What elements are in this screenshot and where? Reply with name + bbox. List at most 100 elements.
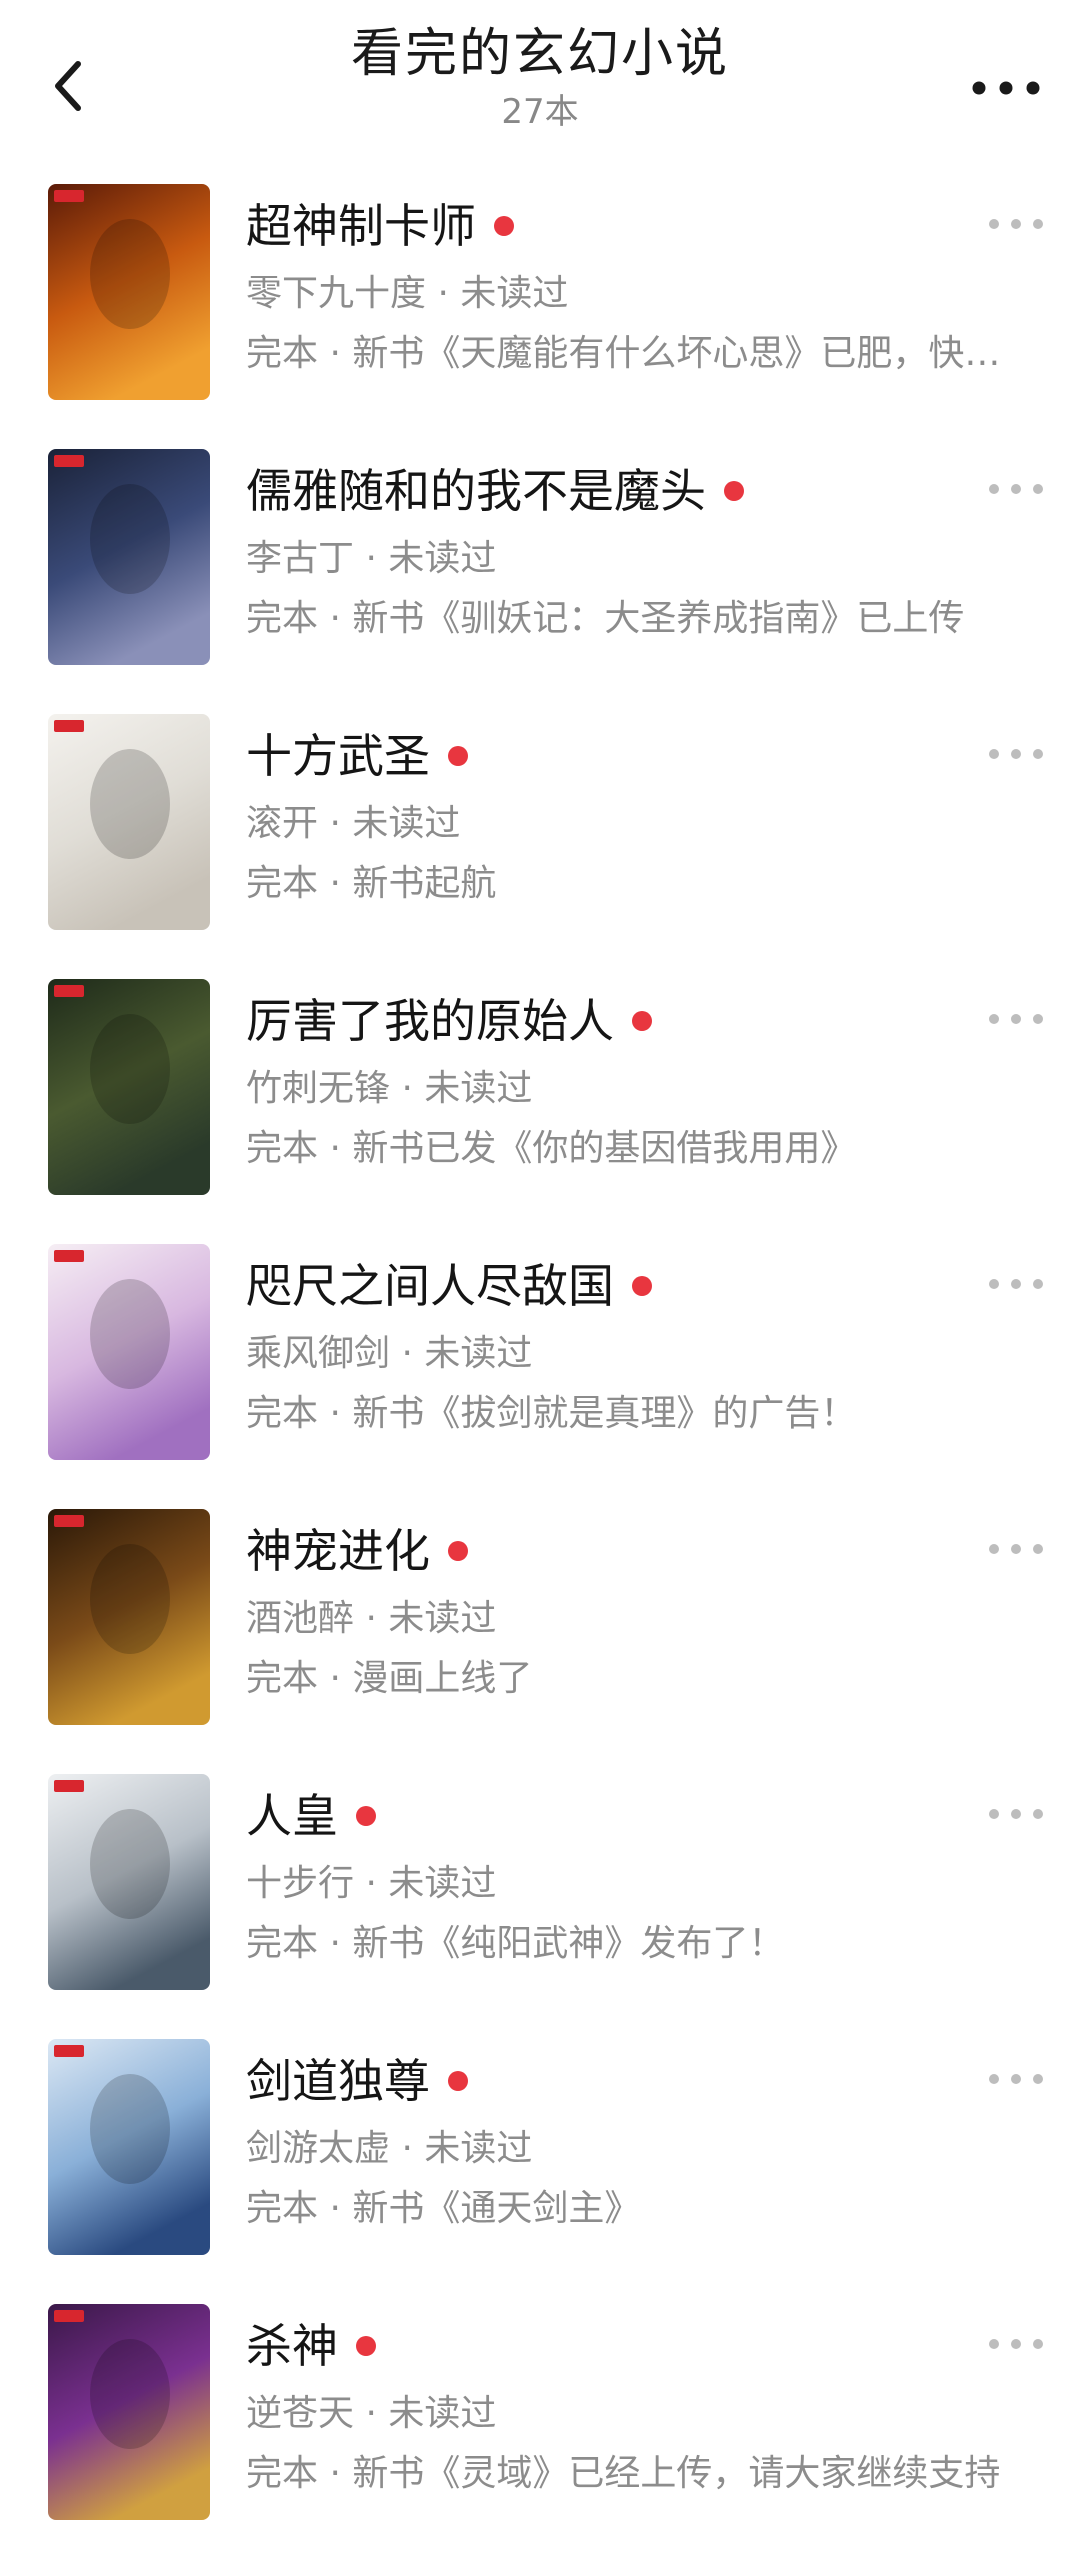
book-meta: 李古丁 · 未读过 [246, 535, 496, 583]
unread-dot [356, 2336, 376, 2356]
page-title: 看完的玄幻小说 [350, 24, 729, 84]
more-horizontal-icon [989, 1544, 1043, 1554]
book-title: 厉害了我的原始人 [246, 994, 614, 1048]
read-status: 未读过 [388, 1598, 497, 1639]
meta-separator: · [390, 2128, 425, 2169]
book-title-row[interactable]: 厉害了我的原始人 [246, 991, 652, 1051]
book-title: 人皇 [246, 1789, 338, 1843]
unread-dot [632, 1011, 652, 1031]
unread-dot [448, 746, 468, 766]
read-status: 未读过 [424, 1068, 533, 1109]
book-title-row[interactable]: 儒雅随和的我不是魔头 [246, 461, 744, 521]
book-meta: 乘风御剑 · 未读过 [246, 1330, 532, 1378]
book-list-item[interactable]: 十方武圣 滚开 · 未读过 完本 · 新书起航 [0, 710, 1080, 975]
item-more-button[interactable] [976, 1529, 1056, 1569]
book-title: 超神制卡师 [246, 199, 476, 253]
book-title-row[interactable]: 人皇 [246, 1786, 376, 1846]
book-title-row[interactable]: 咫尺之间人尽敌国 [246, 1256, 652, 1316]
meta-separator: · [390, 1333, 425, 1374]
more-horizontal-icon [989, 1014, 1043, 1024]
read-status: 未读过 [424, 1333, 533, 1374]
book-title: 杀神 [246, 2319, 338, 2373]
book-title-row[interactable]: 超神制卡师 [246, 196, 514, 256]
item-more-button[interactable] [976, 469, 1056, 509]
meta-separator: · [426, 273, 461, 314]
book-title-row[interactable]: 神宠进化 [246, 1521, 468, 1581]
book-title: 剑道独尊 [246, 2054, 430, 2108]
book-title-row[interactable]: 剑道独尊 [246, 2051, 468, 2111]
book-list-item[interactable]: 人皇 十步行 · 未读过 完本 · 新书《纯阳武神》发布了！ [0, 1770, 1080, 2035]
header: 看完的玄幻小说 27本 [0, 0, 1080, 160]
unread-dot [448, 1541, 468, 1561]
unread-dot [494, 216, 514, 236]
book-update-note: 完本 · 新书《驯妖记：大圣养成指南》已上传 [246, 598, 965, 639]
book-author: 竹刺无锋 [246, 1068, 391, 1109]
read-status: 未读过 [460, 273, 569, 314]
more-horizontal-icon [989, 2339, 1043, 2349]
book-title-row[interactable]: 十方武圣 [246, 726, 468, 786]
more-button[interactable] [956, 48, 1056, 128]
book-list-item[interactable]: 杀神 逆苍天 · 未读过 完本 · 新书《灵域》已经上传，请大家继续支持 [0, 2300, 1080, 2565]
book-meta: 竹刺无锋 · 未读过 [246, 1065, 532, 1113]
book-title-row[interactable]: 杀神 [246, 2316, 376, 2376]
book-update-note: 完本 · 新书《拔剑就是真理》的广告！ [246, 1393, 857, 1434]
unread-dot [724, 481, 744, 501]
meta-separator: · [354, 2393, 389, 2434]
meta-separator: · [354, 1863, 389, 1904]
book-meta: 剑游太虚 · 未读过 [246, 2125, 532, 2173]
book-cover[interactable] [48, 2039, 210, 2255]
book-author: 李古丁 [246, 538, 355, 579]
meta-separator: · [354, 1598, 389, 1639]
item-more-button[interactable] [976, 2324, 1056, 2364]
item-more-button[interactable] [976, 204, 1056, 244]
book-author: 剑游太虚 [246, 2128, 391, 2169]
more-horizontal-icon [989, 1809, 1043, 1819]
book-update-note: 完本 · 新书起航 [246, 863, 497, 904]
more-horizontal-icon [989, 1279, 1043, 1289]
read-status: 未读过 [388, 538, 497, 579]
meta-separator: · [390, 1068, 425, 1109]
read-status: 未读过 [424, 2128, 533, 2169]
book-cover[interactable] [48, 1774, 210, 1990]
item-more-button[interactable] [976, 1264, 1056, 1304]
book-meta: 酒池醉 · 未读过 [246, 1595, 496, 1643]
book-update-note: 完本 · 新书《灵域》已经上传，请大家继续支持 [246, 2453, 1001, 2494]
book-cover[interactable] [48, 2304, 210, 2520]
book-list-item[interactable]: 咫尺之间人尽敌国 乘风御剑 · 未读过 完本 · 新书《拔剑就是真理》的广告！ [0, 1240, 1080, 1505]
book-title: 儒雅随和的我不是魔头 [246, 464, 706, 518]
book-cover[interactable] [48, 449, 210, 665]
book-meta: 逆苍天 · 未读过 [246, 2390, 496, 2438]
book-author: 乘风御剑 [246, 1333, 391, 1374]
book-author: 十步行 [246, 1863, 355, 1904]
read-status: 未读过 [352, 803, 461, 844]
book-title: 神宠进化 [246, 1524, 430, 1578]
book-cover[interactable] [48, 184, 210, 400]
book-author: 零下九十度 [246, 273, 427, 314]
more-horizontal-icon [972, 81, 1040, 95]
more-horizontal-icon [989, 749, 1043, 759]
more-horizontal-icon [989, 484, 1043, 494]
book-cover[interactable] [48, 714, 210, 930]
book-list-item[interactable]: 超神制卡师 零下九十度 · 未读过 完本 · 新书《天魔能有什么坏心思》已肥，快… [0, 180, 1080, 445]
book-list-item[interactable]: 儒雅随和的我不是魔头 李古丁 · 未读过 完本 · 新书《驯妖记：大圣养成指南》… [0, 445, 1080, 710]
book-meta: 零下九十度 · 未读过 [246, 270, 568, 318]
book-cover[interactable] [48, 979, 210, 1195]
item-more-button[interactable] [976, 2059, 1056, 2099]
book-list-item[interactable]: 厉害了我的原始人 竹刺无锋 · 未读过 完本 · 新书已发《你的基因借我用用》 [0, 975, 1080, 1240]
book-cover[interactable] [48, 1509, 210, 1725]
item-more-button[interactable] [976, 999, 1056, 1039]
item-more-button[interactable] [976, 1794, 1056, 1834]
book-update-note: 完本 · 新书《天魔能有什么坏心思》已肥，快来看吧 [246, 333, 1036, 374]
book-title: 十方武圣 [246, 729, 430, 783]
book-list-item[interactable]: 剑道独尊 剑游太虚 · 未读过 完本 · 新书《通天剑主》 [0, 2035, 1080, 2300]
book-cover[interactable] [48, 1244, 210, 1460]
book-author: 酒池醉 [246, 1598, 355, 1639]
book-list-item[interactable]: 神宠进化 酒池醉 · 未读过 完本 · 漫画上线了 [0, 1505, 1080, 1770]
read-status: 未读过 [388, 1863, 497, 1904]
book-update-note: 完本 · 新书《通天剑主》 [246, 2188, 641, 2229]
more-horizontal-icon [989, 2074, 1043, 2084]
item-more-button[interactable] [976, 734, 1056, 774]
book-meta: 滚开 · 未读过 [246, 800, 460, 848]
book-update-note: 完本 · 新书《纯阳武神》发布了！ [246, 1923, 785, 1964]
book-list: 超神制卡师 零下九十度 · 未读过 完本 · 新书《天魔能有什么坏心思》已肥，快… [0, 180, 1080, 2565]
